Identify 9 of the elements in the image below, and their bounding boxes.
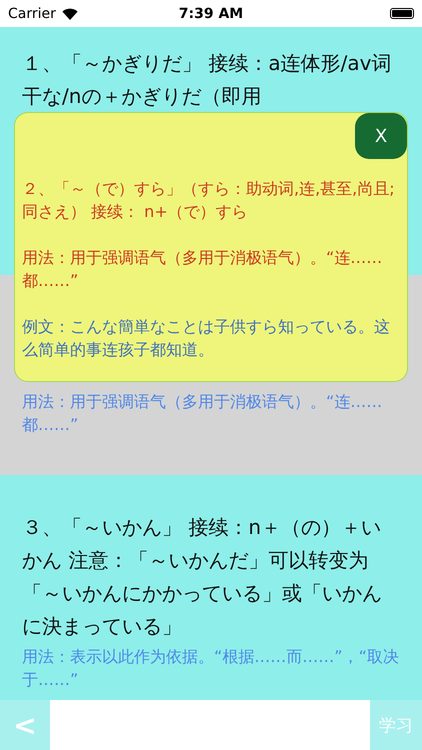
usage-text: 用法：表示以此作为依据。“根据……而……”，“取决于……”: [22, 646, 400, 691]
clock-time: 7:39 AM: [178, 6, 244, 22]
example-text: 例文：こんな簡単なことは子供すら知っている。这么简单的事连孩子都知道。: [22, 316, 391, 361]
grammar-title: １、「～かぎりだ」 接续：a连体形/av词干な/nの＋かぎりだ（即用: [22, 50, 392, 110]
grammar-title: ２、「～（で）すら」（すら：助动词,连,甚至,尚且;同さえ） 接续： n+（で）すら: [22, 178, 396, 223]
carrier-label: Carrier: [8, 6, 56, 22]
usage-text: 用法：用于强调语气（多用于消极语气）。“连……都……”: [22, 247, 384, 292]
usage-text: 用法：用于强调语气（多用于消极语气）。“连……都……”: [22, 391, 384, 436]
grammar-title: ３、「～いかん」 接续：n＋（の）＋いかん 注意：「～いかんだ」可以转变为「～いかんにかかっている」或「いかんに決まっている」: [22, 514, 383, 640]
